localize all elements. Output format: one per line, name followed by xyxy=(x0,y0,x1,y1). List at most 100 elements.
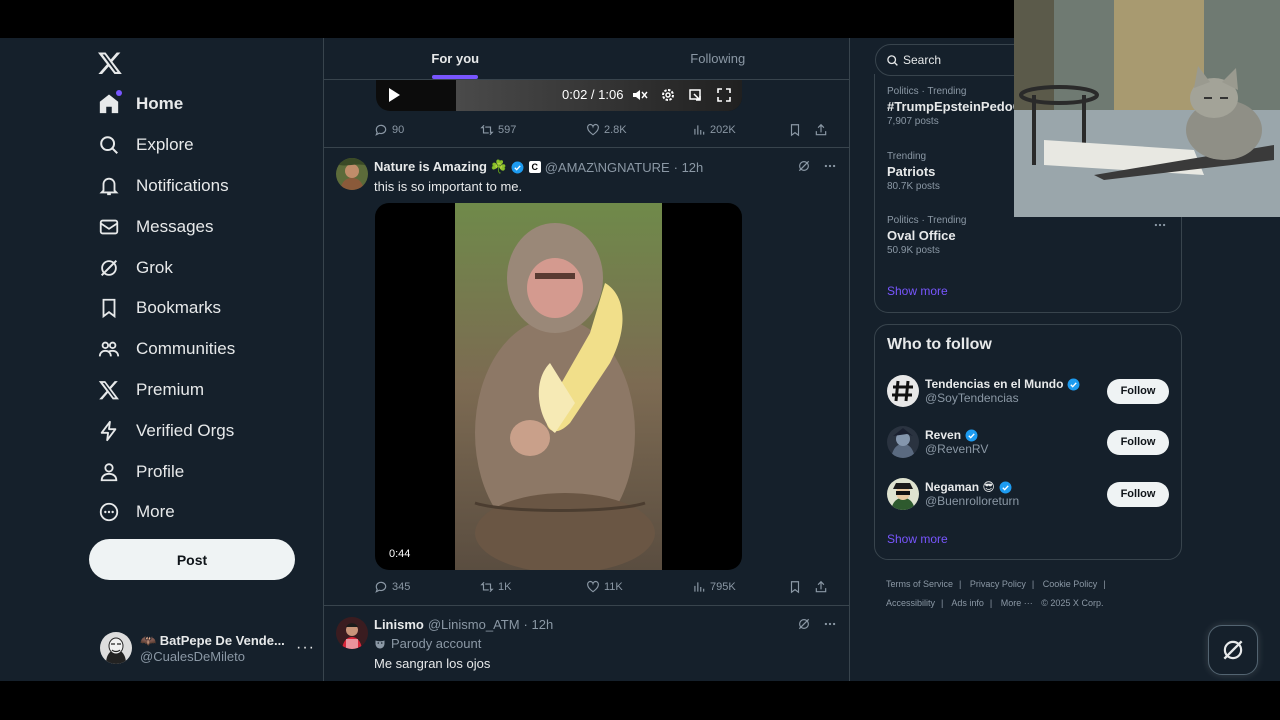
tab-for-you[interactable]: For you xyxy=(324,38,587,79)
nav-verified-orgs[interactable]: Verified Orgs xyxy=(89,410,235,451)
user-name: Tendencias en el Mundo xyxy=(925,377,1107,391)
account-handle: @CualesDeMileto xyxy=(140,648,245,664)
nav-grok[interactable]: Grok xyxy=(89,247,235,288)
reply-icon xyxy=(375,581,387,593)
more-circle-icon xyxy=(98,501,120,523)
video-time: 0:02 / 1:06 xyxy=(562,87,624,102)
mute-icon[interactable] xyxy=(632,87,648,103)
grok-icon[interactable] xyxy=(797,617,811,631)
bookmark-icon[interactable] xyxy=(788,580,802,594)
tweet-author-name[interactable]: Nature is Amazing ☘️ xyxy=(374,159,507,175)
tab-following[interactable]: Following xyxy=(587,38,850,79)
privacy-link[interactable]: Privacy Policy xyxy=(970,579,1026,589)
gear-icon[interactable] xyxy=(660,87,676,103)
follow-button[interactable]: Follow xyxy=(1107,481,1169,507)
trend-count: 7,907 posts xyxy=(887,116,939,127)
home-icon xyxy=(98,90,122,115)
webcam-overlay xyxy=(1014,0,1280,217)
search-icon xyxy=(98,134,120,156)
reply-button[interactable]: 90 xyxy=(374,123,480,137)
tweet-time[interactable]: · 12h xyxy=(524,617,554,632)
like-button[interactable]: 2.8K xyxy=(586,123,692,137)
notification-dot xyxy=(116,90,122,97)
user-name: Negaman 😎 xyxy=(925,480,1107,494)
picture-in-picture-icon[interactable] xyxy=(688,87,704,103)
nav-more[interactable]: More xyxy=(89,492,235,533)
tweet-author-handle[interactable]: @AMAZ\NGNATURE xyxy=(545,160,670,175)
trends-show-more[interactable]: Show more xyxy=(887,284,948,298)
footer-more-link[interactable]: More ··· xyxy=(1001,598,1033,608)
search-placeholder: Search xyxy=(903,53,942,67)
tweet-video[interactable]: 0:44 xyxy=(375,203,742,570)
account-switcher[interactable]: 🦇 BatPepe De Vende... @CualesDeMileto ··… xyxy=(100,628,315,668)
footer-links: Terms of Service | Privacy Policy | Cookie… xyxy=(886,579,1106,608)
like-count: 11K xyxy=(604,581,623,593)
nav-label: Grok xyxy=(136,257,173,277)
nav-label: Bookmarks xyxy=(136,298,222,318)
nav-communities[interactable]: Communities xyxy=(89,329,235,370)
user-name-text: Negaman 😎 xyxy=(925,479,995,494)
follow-suggestion[interactable]: Negaman 😎 @Buenrolloreturn Follow xyxy=(887,476,1169,512)
play-icon[interactable] xyxy=(386,87,402,103)
tweet-actions: 345 1K 11K 795K xyxy=(374,577,838,597)
trend-item[interactable]: Trending Patriots 80.7K posts xyxy=(887,151,940,192)
trend-item[interactable]: Politics · Trending Oval Office 50.9K po… xyxy=(887,215,966,256)
follow-suggestion[interactable]: Reven @RevenRV Follow xyxy=(887,424,1169,460)
repost-icon xyxy=(480,124,494,136)
post-button[interactable]: Post xyxy=(89,539,295,580)
share-icon[interactable] xyxy=(814,580,828,594)
bookmark-icon[interactable] xyxy=(788,123,802,137)
video-player-controls[interactable]: 0:02 / 1:06 xyxy=(376,79,742,111)
more-dots-icon[interactable] xyxy=(823,159,837,173)
nav-premium[interactable]: Premium xyxy=(89,370,235,411)
avatar[interactable] xyxy=(336,617,368,649)
tweet-time[interactable]: · 12h xyxy=(674,160,704,175)
nav-bookmarks[interactable]: Bookmarks xyxy=(89,288,235,329)
grok-floating-button[interactable] xyxy=(1208,625,1258,675)
share-icon[interactable] xyxy=(814,123,828,137)
trend-category: Trending xyxy=(887,151,927,162)
x-logo-icon[interactable] xyxy=(97,50,123,76)
terms-link[interactable]: Terms of Service xyxy=(886,579,953,589)
more-dots-icon[interactable]: ··· xyxy=(296,639,315,657)
tab-label: Following xyxy=(690,51,746,66)
repost-button[interactable]: 1K xyxy=(480,580,586,594)
ads-info-link[interactable]: Ads info xyxy=(951,598,984,608)
repost-button[interactable]: 597 xyxy=(480,123,586,137)
more-dots-icon[interactable] xyxy=(1153,218,1167,232)
who-to-follow-title: Who to follow xyxy=(887,336,992,353)
reply-button[interactable]: 345 xyxy=(374,580,480,594)
follow-suggestion[interactable]: Tendencias en el Mundo @SoyTendencias Fo… xyxy=(887,373,1169,409)
trend-item[interactable]: Politics · Trending #TrumpEpsteinPedoC 7… xyxy=(887,86,1022,127)
views-button[interactable]: 795K xyxy=(692,580,788,594)
nav-notifications[interactable]: Notifications xyxy=(89,166,235,207)
user-handle: @SoyTendencias xyxy=(925,391,1019,406)
nav-explore[interactable]: Explore xyxy=(89,125,235,166)
who-to-follow-panel: Who to follow Tendencias en el Mundo @So… xyxy=(874,324,1182,560)
trend-name: Patriots xyxy=(887,164,936,179)
views-button[interactable]: 202K xyxy=(692,123,788,137)
who-to-follow-show-more[interactable]: Show more xyxy=(887,532,948,546)
grok-icon xyxy=(1223,640,1243,660)
accessibility-link[interactable]: Accessibility xyxy=(886,598,935,608)
tweet-top-actions xyxy=(797,617,837,631)
like-button[interactable]: 11K xyxy=(586,580,692,594)
trend-category: Politics · Trending xyxy=(887,215,967,226)
tweet-author-handle[interactable]: @Linismo_ATM xyxy=(428,617,520,632)
grok-icon[interactable] xyxy=(797,159,811,173)
fullscreen-icon[interactable] xyxy=(716,87,732,103)
follow-button[interactable]: Follow xyxy=(1107,429,1169,455)
nav-messages[interactable]: Messages xyxy=(89,206,235,247)
nav-home[interactable]: Home xyxy=(89,84,235,125)
follow-button[interactable]: Follow xyxy=(1107,378,1169,404)
more-dots-icon[interactable] xyxy=(823,617,837,631)
verified-badge-icon xyxy=(1068,378,1080,391)
avatar[interactable] xyxy=(336,158,368,190)
cookie-link[interactable]: Cookie Policy xyxy=(1043,579,1098,589)
tweet-actions: 90 597 2.8K 202K xyxy=(374,120,838,140)
nav-profile[interactable]: Profile xyxy=(89,451,235,492)
verified-badge-icon xyxy=(999,481,1012,494)
person-icon xyxy=(98,461,120,483)
trend-count: 80.7K posts xyxy=(887,181,940,192)
tweet-author-name[interactable]: Linismo xyxy=(374,617,424,632)
